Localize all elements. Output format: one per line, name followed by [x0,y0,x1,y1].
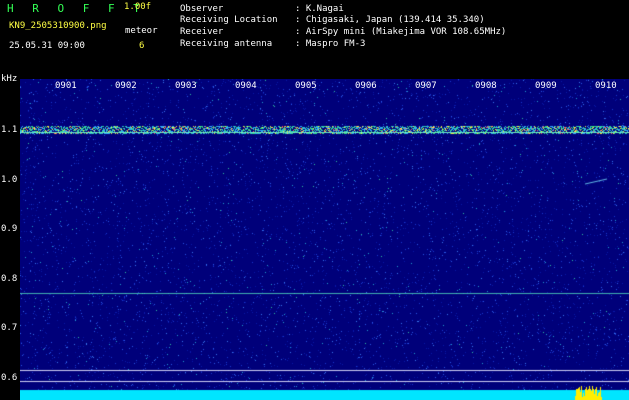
observer-value: : K.Nagai [295,4,344,14]
observation-datetime: 25.05.31 09:00 [9,41,85,51]
y-tick-0-7: 0.7 [1,323,18,333]
y-tick-1-0: 1.0 [1,175,18,185]
time-tick-0910: 0910 [595,81,617,91]
mode-label: meteor [125,26,158,36]
meteor-count: 6 [139,41,145,51]
receiver-label: Receiver [180,27,224,37]
location-label: Receiving Location [180,15,278,25]
time-tick-0902: 0902 [115,81,137,91]
y-tick-0-6: 0.6 [1,373,18,383]
y-axis-unit: kHz [1,74,18,84]
image-filename: KN9_2505310900.png [9,21,107,31]
waterfall-canvas [20,79,629,400]
time-tick-0907: 0907 [415,81,437,91]
y-tick-1-1: 1.1 [1,125,18,135]
time-tick-0908: 0908 [475,81,497,91]
spectrogram-panel: 0901 0902 0903 0904 0905 0906 0907 0908 … [20,79,629,400]
time-tick-0905: 0905 [295,81,317,91]
app-version: 1.00f [124,2,152,12]
y-tick-0-8: 0.8 [1,274,18,284]
time-tick-0904: 0904 [235,81,257,91]
time-tick-0901: 0901 [55,81,77,91]
time-tick-0906: 0906 [355,81,377,91]
y-tick-0-9: 0.9 [1,224,18,234]
location-value: : Chigasaki, Japan (139.414 35.340) [295,15,485,25]
antenna-value: : Maspro FM-3 [295,39,366,49]
antenna-label: Receiving antenna [180,39,273,49]
receiver-value: : AirSpy mini (Miakejima VOR 108.65MHz) [295,27,507,37]
hrofft-screen: { "header": { "brand": "H R O F F T", "v… [0,0,629,400]
observer-label: Observer [180,4,224,14]
time-tick-0909: 0909 [535,81,557,91]
time-tick-0903: 0903 [175,81,197,91]
